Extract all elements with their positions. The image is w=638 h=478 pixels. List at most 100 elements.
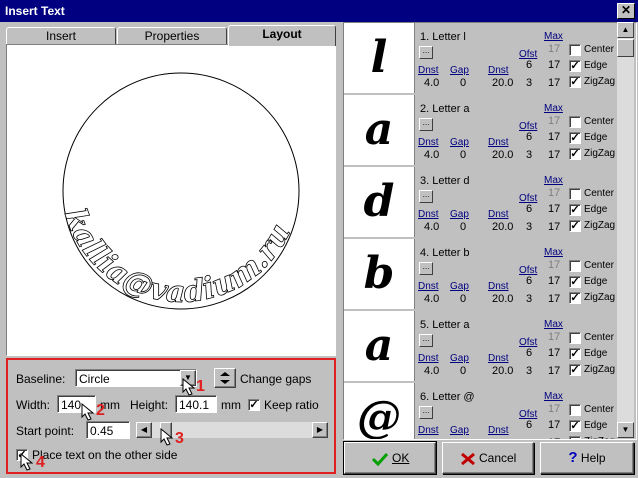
letter-title: 4. Letter b (420, 247, 470, 259)
ofst-value-b: 3 (526, 293, 533, 305)
dnst2-value: 20.0 (492, 77, 514, 89)
ofst-value-a: 6 (526, 203, 533, 215)
scroll-down-button[interactable]: ▼ (617, 422, 634, 438)
ofst-value-b: 3 (526, 77, 533, 89)
slider-right-arrow[interactable]: ▶ (312, 422, 328, 438)
center-checkbox[interactable] (569, 188, 581, 200)
letter-options-button[interactable]: ... (419, 334, 433, 347)
ofst-value-b: 3 (526, 365, 533, 377)
callout-1: 1 (196, 378, 205, 395)
pointer-cursor-icon (81, 403, 95, 421)
dnst2-header: Dnst (488, 353, 509, 364)
letter-title: 2. Letter a (420, 103, 470, 115)
zigzag-label: ZigZag (584, 76, 616, 87)
gap-value: 0 (460, 365, 467, 377)
help-question-icon: ? (568, 449, 578, 466)
width-value: 140 (61, 398, 82, 412)
letter-options-button[interactable]: ... (419, 46, 433, 59)
dnst2-value: 20.0 (492, 149, 514, 161)
center-checkbox[interactable] (569, 332, 581, 344)
center-checkbox[interactable] (569, 44, 581, 56)
tab-layout[interactable]: Layout (228, 25, 336, 46)
letter-options-button[interactable]: ... (419, 262, 433, 275)
center-checkbox[interactable] (569, 260, 581, 272)
ofst-value-a: 6 (526, 347, 533, 359)
slider-left-arrow[interactable]: ◀ (136, 422, 152, 438)
zigzag-label: ZigZag (584, 364, 616, 375)
ofst-value-a: 6 (526, 419, 533, 431)
edge-label: Edge (584, 348, 608, 359)
baseline-label: Baseline: (16, 372, 66, 386)
max-value-a: 17 (548, 275, 561, 287)
scroll-thumb[interactable] (617, 39, 634, 57)
edge-checkbox[interactable]: ✓ (569, 132, 581, 144)
max-value-top: 17 (548, 259, 561, 271)
cancel-button[interactable]: Cancel (442, 442, 534, 474)
dnst-header: Dnst (418, 353, 439, 364)
edge-checkbox[interactable]: ✓ (569, 60, 581, 72)
zigzag-checkbox[interactable]: ✓ (569, 148, 581, 160)
center-label: Center (584, 116, 615, 127)
center-label: Center (584, 404, 615, 415)
zigzag-checkbox[interactable]: ✓ (569, 76, 581, 88)
letter-row[interactable]: a 5. Letter a Max 17 ... Ofst 6 17 Dnst … (344, 311, 620, 384)
gap-value: 0 (460, 221, 467, 233)
zigzag-checkbox[interactable]: ✓ (569, 364, 581, 376)
edge-checkbox[interactable]: ✓ (569, 204, 581, 216)
dnst2-header: Dnst (488, 425, 509, 436)
letter-row[interactable]: d 3. Letter d Max 17 ... Ofst 6 17 Dnst … (344, 167, 620, 240)
baseline-select[interactable]: Circle (75, 369, 197, 387)
gap-header: Gap (450, 353, 469, 364)
dnst-value: 4.0 (424, 149, 440, 161)
dnst-header: Dnst (418, 137, 439, 148)
gap-value: 0 (460, 77, 467, 89)
letter-row[interactable]: @ 6. Letter @ Max 17 ... Ofst 6 17 Dnst … (344, 383, 620, 439)
max-value-a: 17 (548, 419, 561, 431)
ok-label: OK (392, 451, 410, 465)
close-button[interactable]: ✕ (617, 3, 635, 19)
start-point-label: Start point: (16, 424, 75, 438)
letter-list[interactable]: l 1. Letter l Max 17 ... Ofst 6 17 Dnst … (343, 22, 637, 440)
keep-ratio-checkbox[interactable]: ✓ (248, 399, 260, 411)
zigzag-checkbox[interactable]: ✓ (569, 220, 581, 232)
ofst-value-b: 3 (526, 221, 533, 233)
change-gaps-spinner[interactable] (214, 368, 236, 388)
letter-glyph-preview: a (344, 95, 415, 165)
edge-label: Edge (584, 204, 608, 215)
ofst-value-a: 6 (526, 59, 533, 71)
zigzag-checkbox[interactable]: ✓ (569, 292, 581, 304)
ok-button[interactable]: OK (343, 441, 437, 475)
letter-options-button[interactable]: ... (419, 118, 433, 131)
letter-options-button[interactable]: ... (419, 406, 433, 419)
zigzag-checkbox[interactable] (569, 436, 581, 439)
tab-insert[interactable]: Insert (6, 27, 116, 45)
edge-checkbox[interactable]: ✓ (569, 348, 581, 360)
max-value-b: 17 (548, 437, 560, 439)
keep-ratio-label: Keep ratio (264, 398, 319, 412)
letter-list-scrollbar[interactable]: ▲ ▼ (617, 22, 634, 438)
height-input[interactable]: 140.1 (175, 395, 217, 413)
callout-3: 3 (175, 430, 184, 447)
edge-label: Edge (584, 276, 608, 287)
cancel-x-icon (460, 452, 475, 465)
letter-row[interactable]: a 2. Letter a Max 17 ... Ofst 6 17 Dnst … (344, 95, 620, 168)
letter-row[interactable]: l 1. Letter l Max 17 ... Ofst 6 17 Dnst … (344, 23, 620, 96)
letter-options-button[interactable]: ... (419, 190, 433, 203)
max-value-a: 17 (548, 203, 561, 215)
max-value-a: 17 (548, 59, 561, 71)
edge-checkbox[interactable]: ✓ (569, 420, 581, 432)
tab-properties[interactable]: Properties (117, 27, 227, 45)
letter-glyph-preview: d (344, 167, 415, 237)
edge-checkbox[interactable]: ✓ (569, 276, 581, 288)
scroll-up-button[interactable]: ▲ (617, 22, 634, 38)
center-checkbox[interactable] (569, 116, 581, 128)
baseline-value: Circle (79, 372, 110, 386)
change-gaps-label: Change gaps (240, 372, 312, 386)
help-button[interactable]: ? Help (540, 442, 634, 474)
start-point-input[interactable]: 0.45 (86, 421, 130, 439)
max-value-top: 17 (548, 331, 561, 343)
gap-header: Gap (450, 209, 469, 220)
letter-row[interactable]: b 4. Letter b Max 17 ... Ofst 6 17 Dnst … (344, 239, 620, 312)
center-checkbox[interactable] (569, 404, 581, 416)
max-value-b: 17 (548, 365, 561, 377)
